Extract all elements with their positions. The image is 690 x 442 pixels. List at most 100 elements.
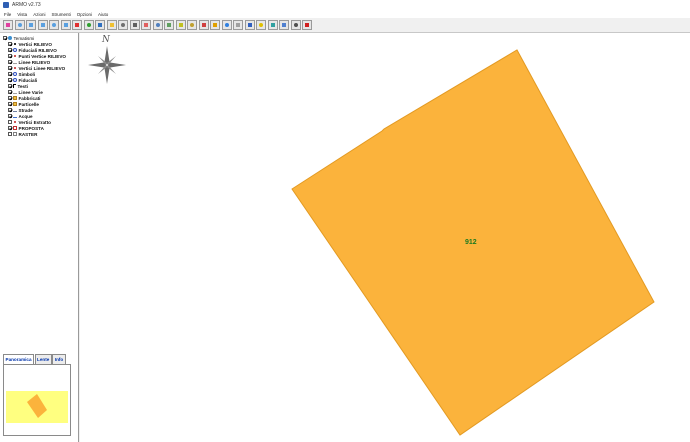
toolbar-button-export[interactable] <box>279 20 289 30</box>
layer-label: RASTER <box>18 131 38 137</box>
toolbar-button-text[interactable] <box>210 20 220 30</box>
menu-strumenti[interactable]: Strumenti <box>51 12 70 17</box>
toolbar-button-refresh[interactable] <box>3 20 13 30</box>
edit-icon <box>247 23 252 27</box>
menu-aiuto[interactable]: Aiuto <box>98 12 108 17</box>
water-icon <box>13 114 17 118</box>
toolbar-button-zoom-window[interactable] <box>26 20 36 30</box>
area-icon <box>190 23 194 27</box>
layer-label: PROPOSTA <box>18 125 44 131</box>
grid-icon <box>86 23 91 27</box>
image-icon <box>167 23 171 27</box>
zoom-window-icon <box>29 23 33 27</box>
tab-panoramica[interactable]: Panoramica <box>3 354 35 364</box>
toolbar-button-print[interactable] <box>129 20 140 30</box>
target-icon <box>13 48 17 52</box>
vertex-icon <box>236 23 240 27</box>
layer-label: Punti Vertice RILIEVO <box>18 53 66 59</box>
menu-file[interactable]: File <box>4 12 11 17</box>
toolbar-button-area[interactable] <box>187 20 197 30</box>
toolbar-button-point[interactable] <box>198 20 209 30</box>
toolbar-button-line[interactable] <box>152 20 163 30</box>
toolbar-button-zoom-in[interactable] <box>49 20 59 30</box>
note-icon <box>270 23 275 27</box>
toolbar-button-vertex[interactable] <box>233 20 243 30</box>
layer-label: Particelle <box>18 101 39 107</box>
point-icon <box>201 23 206 27</box>
text-icon <box>213 23 217 27</box>
menu-opzioni[interactable]: Opzioni <box>77 12 92 17</box>
toolbar-button-globe[interactable] <box>95 20 105 30</box>
layer-label: Simboli <box>18 71 36 77</box>
toolbar-button-settings[interactable] <box>221 20 232 30</box>
line-icon <box>155 23 160 27</box>
panel-tabs: Panoramica Lente Info <box>3 354 66 364</box>
layer-icon <box>144 23 148 27</box>
toolbar-button-edit[interactable] <box>244 20 255 30</box>
overview-map <box>6 391 68 423</box>
toolbar-button-cursor[interactable] <box>118 20 128 30</box>
layer-checkbox[interactable] <box>8 84 12 88</box>
menu-azioni[interactable]: Azioni <box>33 12 45 17</box>
window-title: ARMO v2.73 <box>12 2 41 8</box>
title-bar: ARMO v2.73 <box>0 0 690 10</box>
layer-checkbox[interactable] <box>8 60 12 64</box>
layer-tree: Tematismi Vertici RILIEVO Fiduciali RILIE… <box>3 35 79 137</box>
globe-icon <box>8 36 12 40</box>
toolbar-button-layer[interactable] <box>141 20 151 30</box>
compass-rose-icon <box>88 46 126 84</box>
layer-checkbox[interactable] <box>8 108 12 112</box>
toolbar-button-zoom-out[interactable] <box>60 20 71 30</box>
layer-checkbox[interactable] <box>8 66 12 70</box>
toolbar-button-close[interactable] <box>302 20 312 30</box>
layer-checkbox[interactable] <box>8 42 12 46</box>
toolbar-button-image[interactable] <box>164 20 174 30</box>
globe-icon <box>98 23 102 27</box>
toolbar-button-measure[interactable] <box>175 20 186 30</box>
fill-icon <box>13 102 17 106</box>
layer-label: Vertici Linee RILIEVO <box>18 65 66 71</box>
toolbar-button-note[interactable] <box>267 20 278 30</box>
asterisk-icon <box>13 120 17 124</box>
layer-checkbox[interactable] <box>8 102 12 106</box>
toolbar-button-grid[interactable] <box>83 20 94 30</box>
toolbar-button-pen[interactable] <box>256 20 266 30</box>
menu-vista[interactable]: Vista <box>17 12 27 17</box>
toolbar-button-printer[interactable] <box>290 20 301 30</box>
map-icon <box>75 23 79 27</box>
layer-checkbox[interactable] <box>8 114 12 118</box>
tab-info[interactable]: Info <box>52 354 66 364</box>
layer-checkbox[interactable] <box>8 72 12 76</box>
print-icon <box>132 23 137 27</box>
toolbar-button-pan[interactable] <box>37 20 48 30</box>
toolbar-button-select[interactable] <box>106 20 117 30</box>
layer-checkbox[interactable] <box>8 132 12 136</box>
fill-icon <box>13 96 17 100</box>
layer-checkbox[interactable] <box>8 48 12 52</box>
toolbar-button-zoom[interactable] <box>14 20 25 30</box>
layer-checkbox[interactable] <box>8 126 12 130</box>
north-label: N <box>102 35 110 45</box>
layer-checkbox[interactable] <box>8 90 12 94</box>
map-view[interactable]: N 912 <box>80 33 690 442</box>
refresh-icon <box>6 23 10 27</box>
layer-panel: Tematismi Vertici RILIEVO Fiduciali RILIE… <box>0 33 79 442</box>
measure-icon <box>178 23 183 27</box>
printer-icon <box>293 23 298 27</box>
target-icon <box>13 78 17 82</box>
close-icon <box>305 23 309 27</box>
layer-checkbox[interactable] <box>8 96 12 100</box>
zoom-icon <box>17 23 22 27</box>
layer-checkbox[interactable] <box>8 78 12 82</box>
toolbar-button-map[interactable] <box>72 20 82 30</box>
layer-row[interactable]: RASTER <box>3 131 79 137</box>
layer-checkbox[interactable] <box>8 120 12 124</box>
layer-label: Testi <box>17 83 28 89</box>
layer-checkbox[interactable] <box>8 54 12 58</box>
tab-lente[interactable]: Lente <box>34 354 52 364</box>
zoom-out-icon <box>63 23 68 27</box>
settings-icon <box>224 23 229 27</box>
root-checkbox[interactable] <box>3 36 7 40</box>
layer-label: Vertici Estratto <box>18 119 51 125</box>
overview-panel[interactable] <box>3 364 71 436</box>
